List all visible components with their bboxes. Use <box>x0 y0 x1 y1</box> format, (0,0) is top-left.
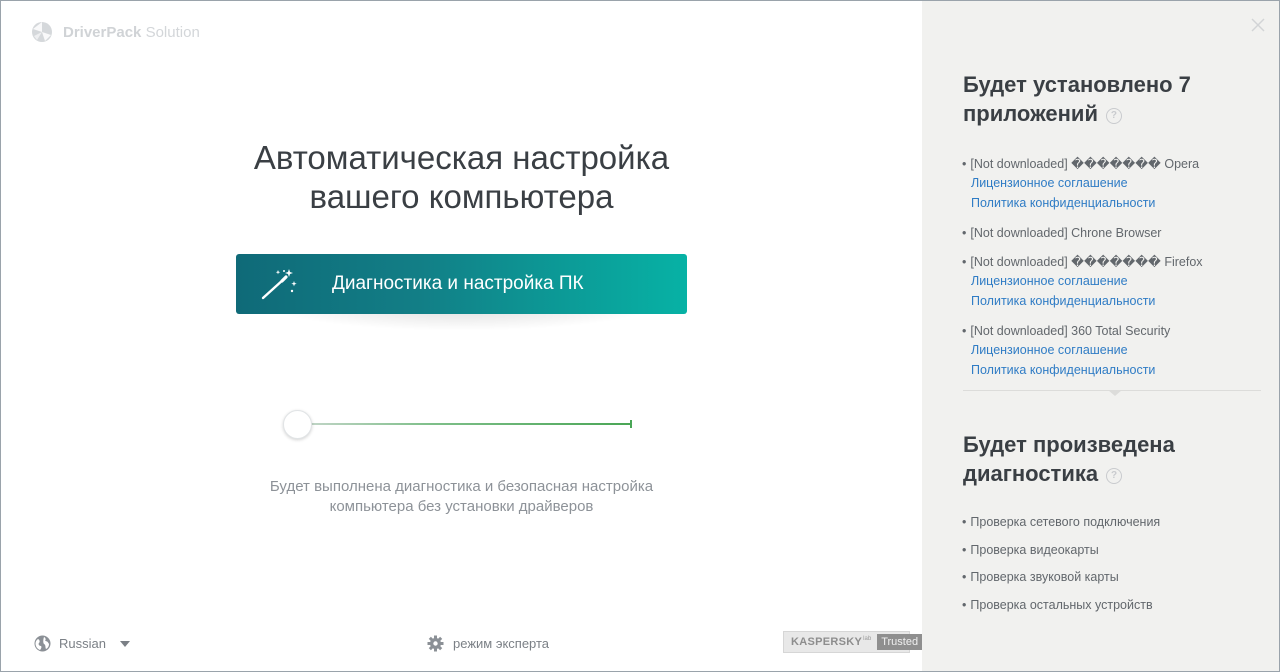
brand: DriverPack Solution <box>31 21 200 43</box>
main-panel: DriverPack Solution Автоматическая настр… <box>1 1 923 671</box>
privacy-policy-link[interactable]: Политика конфиденциальности <box>971 193 1262 213</box>
diagnostics-section-title: Будет произведена диагностика? <box>963 430 1175 488</box>
bullet: • <box>962 570 967 584</box>
language-label: Russian <box>59 636 106 651</box>
privacy-policy-link[interactable]: Политика конфиденциальности <box>971 291 1262 311</box>
install-section-title: Будет установлено 7 приложений? <box>963 70 1191 128</box>
kaspersky-lab: lab <box>863 636 872 642</box>
check-text: Проверка остальных устройств <box>970 597 1153 612</box>
gear-icon <box>427 635 444 652</box>
app-name-text: [Not downloaded] ������� Firefox <box>970 255 1203 269</box>
brand-name: DriverPack Solution <box>63 24 200 41</box>
install-title-line2: приложений <box>963 101 1098 126</box>
brand-name-rest: Solution <box>145 23 200 41</box>
list-item: • [Not downloaded] ������� Firefox Лиценз… <box>962 253 1262 311</box>
list-item: • [Not downloaded] Chrone Browser <box>962 224 1262 242</box>
app-name-text: [Not downloaded] ������� Opera <box>970 157 1200 171</box>
license-agreement-link[interactable]: Лицензионное соглашение <box>971 271 1262 291</box>
bullet: • <box>962 542 967 557</box>
language-selector[interactable]: Russian <box>34 635 130 652</box>
install-title-line1: Будет установлено 7 <box>963 72 1191 97</box>
page-title-line1: Автоматическая настройка <box>253 139 670 176</box>
app-name: • [Not downloaded] ������� Opera <box>962 155 1262 173</box>
app-name: • [Not downloaded] ������� Firefox <box>962 253 1262 271</box>
mode-description-line1: Будет выполнена диагностика и безопасная… <box>269 478 654 495</box>
list-item: • Проверка остальных устройств <box>962 596 1262 614</box>
bullet: • <box>962 597 967 612</box>
chevron-down-icon <box>119 640 130 647</box>
magic-wand-icon <box>261 269 297 300</box>
slider-end-mark <box>630 420 632 428</box>
bullet: • <box>962 226 967 240</box>
expert-mode-link[interactable]: режим эксперта <box>427 635 549 652</box>
bullet: • <box>962 324 967 338</box>
page-title-line2: вашего компьютера <box>309 178 614 215</box>
app-name-text: [Not downloaded] 360 Total Security <box>970 324 1171 338</box>
install-help-icon[interactable]: ? <box>1105 108 1122 124</box>
list-item: • [Not downloaded] ������� Opera Лицензио… <box>962 155 1262 213</box>
expert-mode-label: режим эксперта <box>453 636 550 651</box>
divider-notch <box>1108 390 1122 396</box>
kaspersky-trusted-label: Trusted <box>877 634 923 650</box>
license-agreement-link[interactable]: Лицензионное соглашение <box>971 340 1262 360</box>
globe-icon <box>34 635 51 652</box>
diagnose-and-setup-label: Диагностика и настройка ПК <box>332 273 584 294</box>
diagnostics-list: • Проверка сетевого подключения • Проверка… <box>962 513 1262 623</box>
page-title: Автоматическая настройка вашего компьюте… <box>1 138 922 216</box>
license-agreement-link[interactable]: Лицензионное соглашение <box>971 173 1262 193</box>
driverpack-logo-icon <box>32 22 52 42</box>
kaspersky-trusted-badge: KASPERSKY lab Trusted <box>783 631 923 653</box>
app-name: • [Not downloaded] Chrone Browser <box>962 224 1262 242</box>
slider-thumb[interactable] <box>283 410 312 439</box>
app-name: • [Not downloaded] 360 Total Security <box>962 322 1262 340</box>
mode-description: Будет выполнена диагностика и безопасная… <box>1 477 922 517</box>
kaspersky-name: KASPERSKY <box>791 636 863 648</box>
diagnose-and-setup-button[interactable]: Диагностика и настройка ПК <box>236 254 687 314</box>
close-icon[interactable] <box>1250 17 1266 33</box>
sidebar: Будет установлено 7 приложений? • [Not do… <box>922 1 1279 671</box>
list-item: • Проверка сетевого подключения <box>962 513 1262 531</box>
diag-title-line2: диагностика <box>963 461 1099 486</box>
list-item: • [Not downloaded] 360 Total Security Лиц… <box>962 322 1262 380</box>
bullet: • <box>962 255 967 269</box>
mode-description-line2: компьютера без установки драйверов <box>329 498 594 515</box>
check-text: Проверка сетевого подключения <box>970 515 1161 529</box>
list-item: • Проверка видеокарты <box>962 541 1262 559</box>
app-window: DriverPack Solution Автоматическая настр… <box>0 0 1280 672</box>
mode-slider[interactable] <box>283 409 635 439</box>
bullet: • <box>962 157 967 171</box>
app-name-text: [Not downloaded] Chrone Browser <box>970 226 1162 240</box>
bullet: • <box>962 515 967 529</box>
slider-track[interactable] <box>297 423 631 425</box>
diagnostics-help-icon[interactable]: ? <box>1106 468 1123 484</box>
check-text: Проверка звуковой карты <box>970 570 1119 584</box>
diag-title-line1: Будет произведена <box>963 432 1175 457</box>
list-item: • Проверка звуковой карты <box>962 568 1262 586</box>
check-text: Проверка видеокарты <box>970 542 1099 557</box>
brand-name-bold: DriverPack <box>63 23 142 41</box>
privacy-policy-link[interactable]: Политика конфиденциальности <box>971 360 1262 380</box>
apps-list: • [Not downloaded] ������� Opera Лицензио… <box>962 155 1262 391</box>
